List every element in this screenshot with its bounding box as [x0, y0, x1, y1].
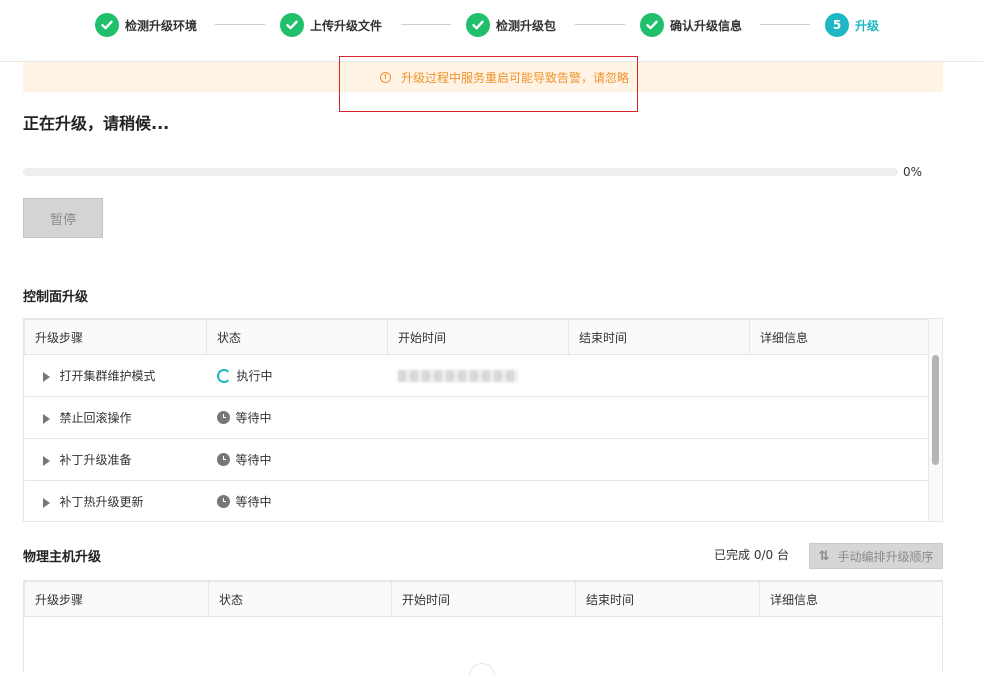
step-name: 禁止回滚操作 [59, 411, 132, 425]
status-text: 等待中 [235, 411, 272, 425]
step-connector [575, 24, 625, 25]
status-text: 等待中 [235, 453, 272, 467]
column-header: 升级步骤 [24, 581, 209, 617]
pause-button[interactable]: 暂停 [23, 198, 103, 238]
column-header: 结束时间 [575, 581, 760, 617]
control-plane-title: 控制面升级 [23, 290, 89, 305]
expand-arrow-icon[interactable] [42, 497, 50, 508]
step-confirm-info: 确认升级信息 [640, 13, 742, 37]
step-upgrade: 5 升级 [825, 13, 879, 37]
table-row: 打开集群维护模式 执行中 [24, 354, 930, 397]
step-connector [215, 24, 265, 25]
upgrade-stepper: 检测升级环境 上传升级文件 检测升级包 确认升级信息 5 升级 [0, 0, 983, 62]
end-time [568, 438, 750, 481]
step-connector [760, 24, 810, 25]
table-row: 补丁升级准备 等待中 [24, 438, 930, 481]
completed-count: 已完成 0/0 台 [714, 548, 789, 562]
check-icon [640, 13, 664, 37]
status-text: 执行中 [236, 369, 273, 383]
step-check-package: 检测升级包 [466, 13, 556, 37]
expand-arrow-icon[interactable] [42, 455, 50, 466]
start-time [387, 480, 569, 521]
check-icon [466, 13, 490, 37]
step-upload-files: 上传升级文件 [280, 13, 382, 37]
column-header: 开始时间 [391, 581, 576, 617]
expand-arrow-icon[interactable] [42, 371, 50, 382]
progress-bar [23, 168, 898, 176]
table-header: 升级步骤 状态 开始时间 结束时间 详细信息 [24, 581, 942, 617]
detail-info [749, 480, 930, 521]
highlight-box [339, 56, 638, 112]
expand-arrow-icon[interactable] [42, 413, 50, 424]
step-name: 打开集群维护模式 [59, 369, 156, 383]
start-time [387, 396, 569, 439]
column-header: 开始时间 [387, 319, 569, 355]
start-time-redacted [397, 370, 518, 382]
clock-icon [216, 495, 230, 508]
loading-spinner-icon [462, 656, 502, 676]
detail-info [749, 354, 930, 397]
clock-icon [216, 411, 230, 424]
step-label: 检测升级包 [496, 18, 557, 33]
clock-icon [216, 453, 230, 466]
check-icon [280, 13, 304, 37]
column-header: 详细信息 [749, 319, 930, 355]
scrollbar-thumb[interactable] [932, 355, 939, 465]
page-title: 正在升级，请稍候... [23, 114, 170, 133]
end-time [568, 396, 750, 439]
manual-order-label: 手动编排升级顺序 [837, 549, 934, 564]
step-name: 补丁升级准备 [59, 453, 132, 467]
column-header: 结束时间 [568, 319, 750, 355]
running-icon [216, 368, 231, 383]
physical-host-title: 物理主机升级 [23, 550, 102, 565]
column-header: 详细信息 [759, 581, 942, 617]
step-label: 上传升级文件 [310, 18, 383, 33]
check-icon [95, 13, 119, 37]
manual-order-button[interactable]: ⇅ 手动编排升级顺序 [809, 543, 943, 569]
step-connector [401, 24, 451, 25]
start-time [387, 438, 569, 481]
column-header: 升级步骤 [24, 319, 207, 355]
column-header: 状态 [206, 319, 388, 355]
step-label: 升级 [855, 18, 880, 33]
detail-info [749, 438, 930, 481]
step-label: 检测升级环境 [125, 18, 198, 33]
detail-info [749, 396, 930, 439]
step-label: 确认升级信息 [670, 18, 743, 33]
table-header: 升级步骤 状态 开始时间 结束时间 详细信息 [24, 319, 930, 355]
step-name: 补丁热升级更新 [59, 495, 144, 509]
table-row: 补丁热升级更新 等待中 [24, 480, 930, 521]
sort-icon: ⇅ [818, 548, 830, 564]
end-time [568, 354, 750, 397]
scrollbar-track[interactable] [928, 319, 942, 521]
control-plane-table: 升级步骤 状态 开始时间 结束时间 详细信息 打开集群维护模式 执行中 禁止回滚… [23, 318, 943, 522]
table-row: 禁止回滚操作 等待中 [24, 396, 930, 439]
progress-percent: 0% [903, 165, 923, 179]
step-check-environment: 检测升级环境 [95, 13, 197, 37]
step-number: 5 [825, 13, 849, 37]
column-header: 状态 [208, 581, 392, 617]
status-text: 等待中 [235, 495, 272, 509]
end-time [568, 480, 750, 521]
